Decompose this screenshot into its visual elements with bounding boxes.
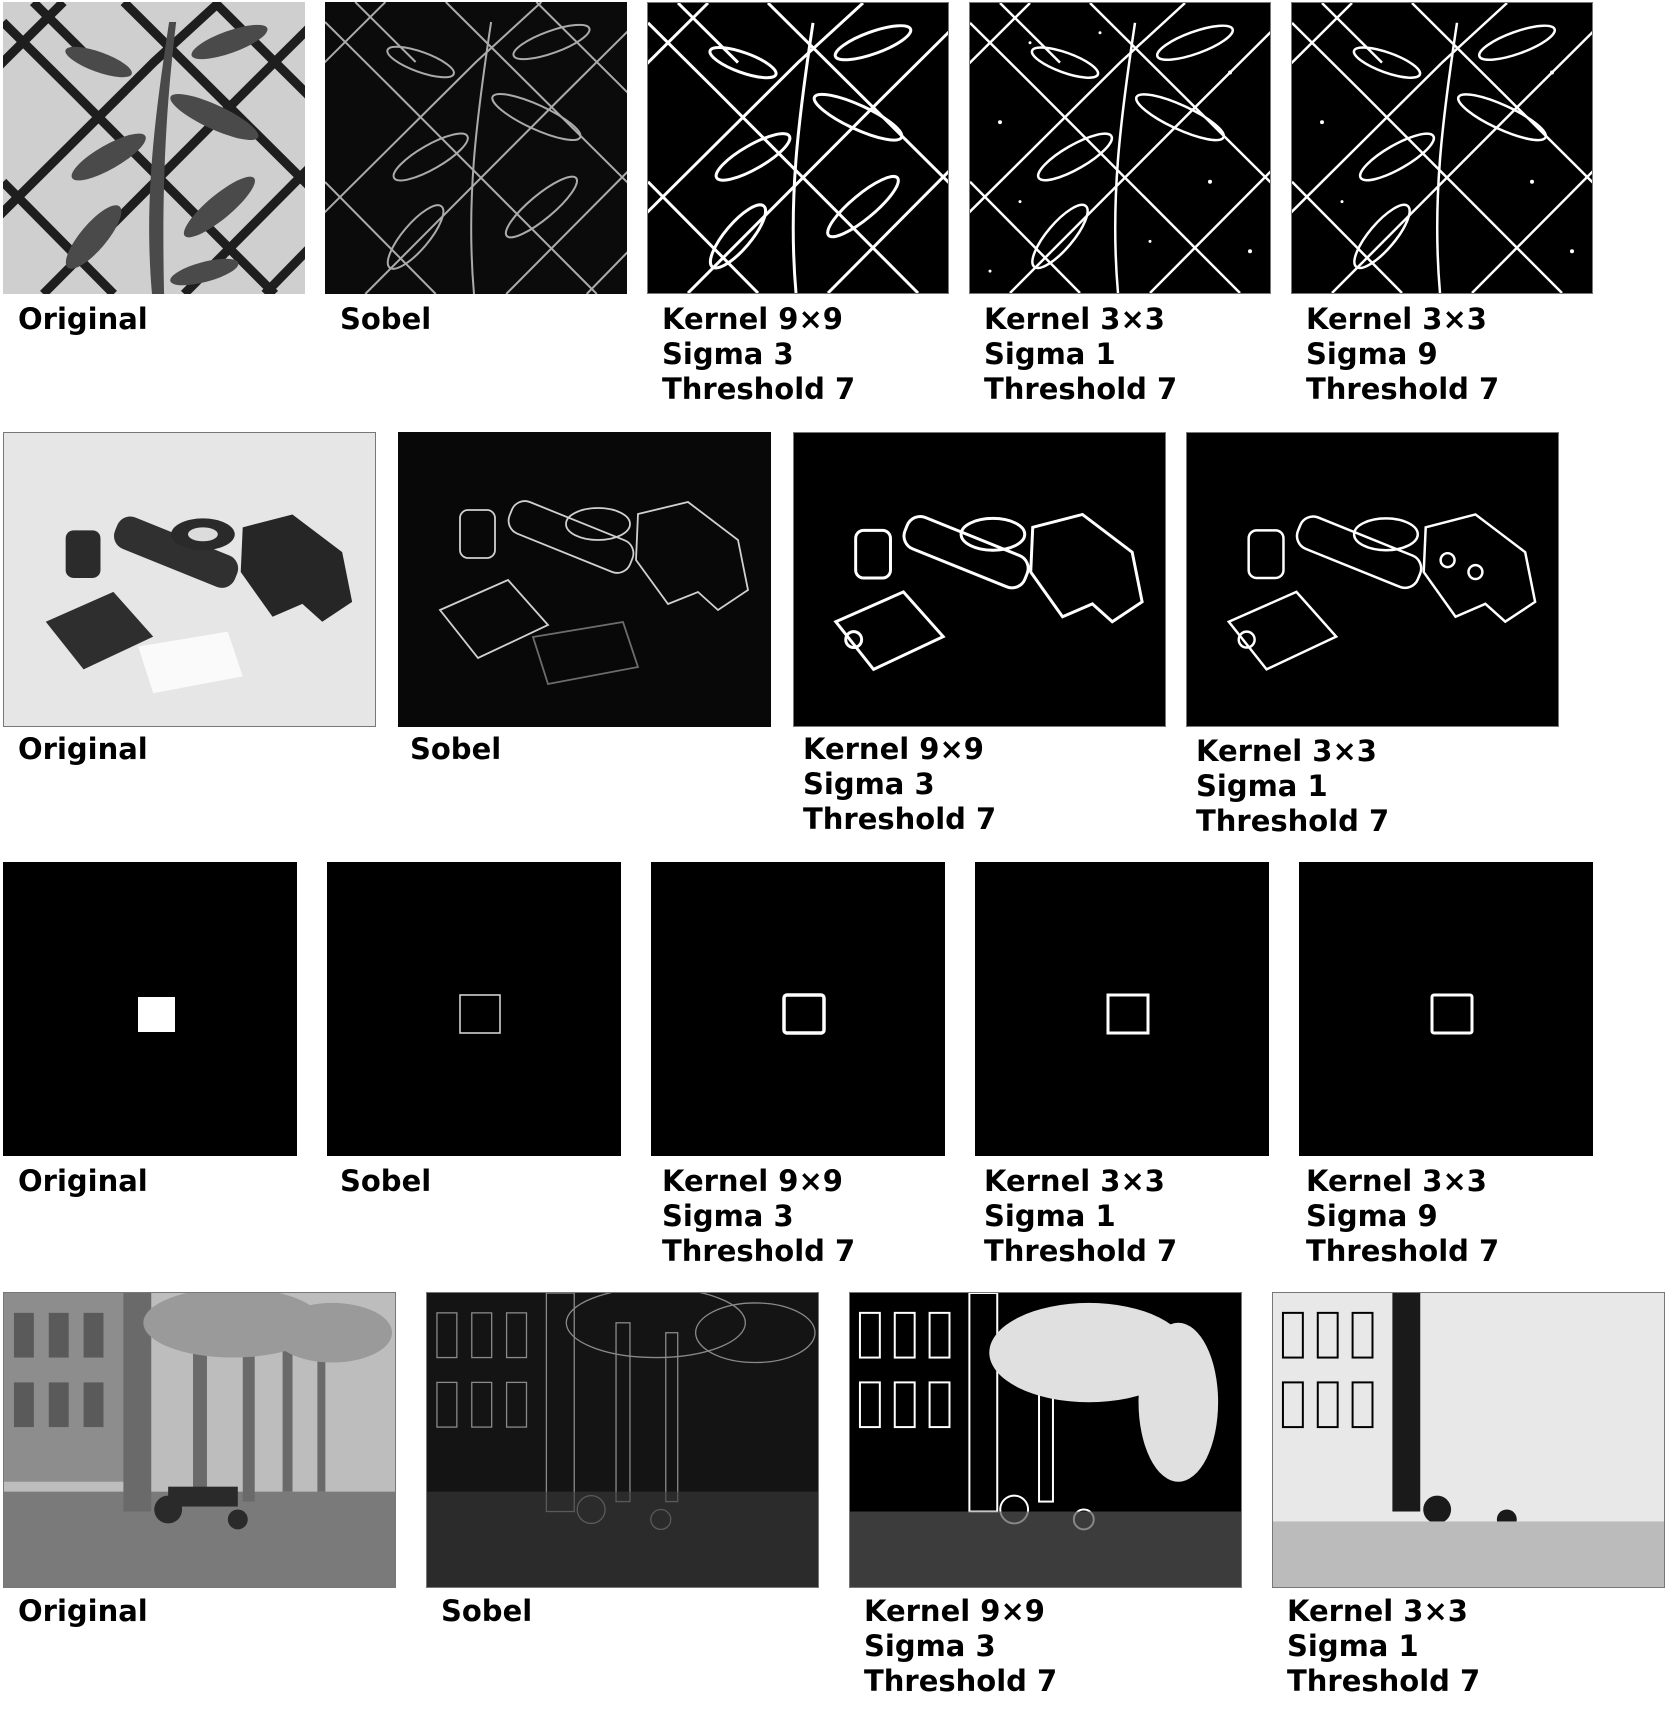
square-canny-9x9-sigma3-caption: Kernel 9×9 Sigma 3 Threshold 7 (662, 1164, 856, 1268)
square-canny-3x3-sigma1-caption: Kernel 3×3 Sigma 1 Threshold 7 (984, 1164, 1178, 1268)
parts-canny-3x3-sigma1-caption: Kernel 3×3 Sigma 1 Threshold 7 (1196, 734, 1390, 838)
leaf-canny-9x9-sigma3-caption: Kernel 9×9 Sigma 3 Threshold 7 (662, 302, 856, 406)
leaf-original-caption: Original (18, 302, 148, 336)
parts-original-image (3, 432, 376, 727)
leaf-canny-3x3-sigma9-caption: Kernel 3×3 Sigma 9 Threshold 7 (1306, 302, 1500, 406)
leaf-canny-3x3-sigma1-image (969, 2, 1271, 294)
square-canny-9x9-sigma3-image (651, 862, 945, 1156)
parts-canny-9x9-sigma3-image (793, 432, 1166, 727)
square-canny-3x3-sigma1-image (975, 862, 1269, 1156)
leaf-sobel-caption: Sobel (340, 302, 432, 336)
leaf-canny-9x9-sigma3-image (647, 2, 949, 294)
palms-original-image (3, 1292, 396, 1588)
leaf-original-image (3, 2, 305, 294)
leaf-sobel-image (325, 2, 627, 294)
palms-sobel-image (426, 1292, 819, 1588)
parts-canny-3x3-sigma1-image (1186, 432, 1559, 727)
square-canny-3x3-sigma9-image (1299, 862, 1593, 1156)
parts-sobel-caption: Sobel (410, 732, 502, 766)
palms-sobel-caption: Sobel (441, 1594, 533, 1628)
palms-canny-9x9-sigma3-image (849, 1292, 1242, 1588)
square-canny-3x3-sigma9-caption: Kernel 3×3 Sigma 9 Threshold 7 (1306, 1164, 1500, 1268)
leaf-canny-3x3-sigma9-image (1291, 2, 1593, 294)
square-sobel-image (327, 862, 621, 1156)
parts-canny-9x9-sigma3-caption: Kernel 9×9 Sigma 3 Threshold 7 (803, 732, 997, 836)
palms-canny-3x3-sigma1-image (1272, 1292, 1665, 1588)
square-sobel-caption: Sobel (340, 1164, 432, 1198)
square-original-caption: Original (18, 1164, 148, 1198)
parts-original-caption: Original (18, 732, 148, 766)
palms-original-caption: Original (18, 1594, 148, 1628)
leaf-canny-3x3-sigma1-caption: Kernel 3×3 Sigma 1 Threshold 7 (984, 302, 1178, 406)
square-original-image (3, 862, 297, 1156)
palms-canny-9x9-sigma3-caption: Kernel 9×9 Sigma 3 Threshold 7 (864, 1594, 1058, 1698)
palms-canny-3x3-sigma1-caption: Kernel 3×3 Sigma 1 Threshold 7 (1287, 1594, 1481, 1698)
parts-sobel-image (398, 432, 771, 727)
